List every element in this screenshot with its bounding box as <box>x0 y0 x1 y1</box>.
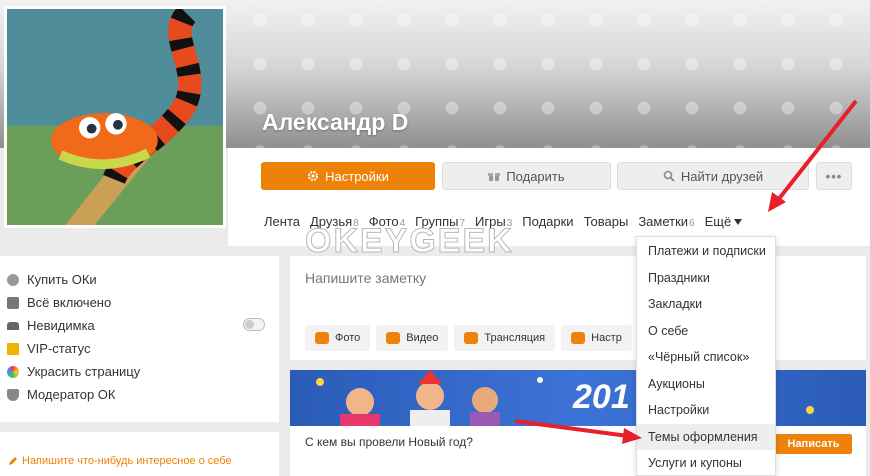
menu-item-label: Невидимка <box>27 318 95 333</box>
gear-icon <box>308 171 319 181</box>
dropdown-item-auctions[interactable]: Аукционы <box>637 371 775 398</box>
palette-icon <box>7 365 19 378</box>
action-label: Настр <box>591 332 622 344</box>
dropdown-item-blacklist[interactable]: «Чёрный список» <box>637 344 775 371</box>
banner-question: С кем вы провели Новый год? <box>305 435 473 449</box>
menu-item-buy-ok[interactable]: Купить ОКи <box>0 268 279 291</box>
shield-icon <box>7 388 19 401</box>
action-label: Трансляция <box>484 332 546 344</box>
dropdown-item-about[interactable]: О себе <box>637 318 775 345</box>
watermark: OKEYGEEK <box>305 222 514 261</box>
gift-icon <box>488 173 501 181</box>
find-friends-button-label: Найти друзей <box>680 168 764 184</box>
video-icon <box>386 332 401 344</box>
dropdown-item-services[interactable]: Услуги и купоны <box>637 450 775 476</box>
nav-label: Подарки <box>522 214 574 229</box>
broadcast-button[interactable]: Трансляция <box>454 325 556 351</box>
dropdown-item-payments[interactable]: Платежи и подписки <box>637 238 775 265</box>
menu-item-label: VIP-статус <box>27 341 91 356</box>
menu-item-vip[interactable]: VIP-статус <box>0 337 279 360</box>
invisible-toggle[interactable] <box>243 318 265 331</box>
camera-icon <box>315 332 329 344</box>
menu-item-decorate[interactable]: Украсить страницу <box>0 360 279 383</box>
dropdown-item-settings[interactable]: Настройки <box>637 397 775 424</box>
nav-label: Заметки <box>638 214 689 229</box>
dropdown-item-bookmarks[interactable]: Закладки <box>637 291 775 318</box>
nav-item-goods[interactable]: Товары <box>584 214 629 229</box>
about-hint-link[interactable]: Напишите что-нибудь интересное о себе <box>8 455 232 467</box>
menu-item-label: Всё включено <box>27 295 112 310</box>
avatar-image <box>7 9 223 225</box>
broadcast-icon <box>464 332 479 344</box>
menu-item-all-inclusive[interactable]: Всё включено <box>0 291 279 314</box>
menu-item-label: Украсить страницу <box>27 364 141 379</box>
hat-icon <box>7 321 19 330</box>
crown-icon <box>7 342 19 355</box>
add-video-button[interactable]: Видео <box>376 325 449 351</box>
left-menu: Купить ОКи Всё включено Невидимка VIP-ст… <box>0 256 279 422</box>
gift-button-label: Подарить <box>506 168 565 184</box>
menu-item-label: Модератор ОК <box>27 387 116 402</box>
nav-label: Лента <box>264 214 300 229</box>
nav-count: 6 <box>689 218 695 229</box>
profile-avatar[interactable] <box>4 6 226 228</box>
about-hint-panel: Напишите что-нибудь интересное о себе <box>0 432 279 476</box>
note-composer: Напишите заметку Фото Видео Трансляция Н… <box>290 256 866 360</box>
menu-item-moderator[interactable]: Модератор ОК <box>0 383 279 406</box>
add-photo-button[interactable]: Фото <box>305 325 371 351</box>
more-dropdown-menu: Платежи и подписки Праздники Закладки О … <box>636 236 776 476</box>
menu-item-invisible[interactable]: Невидимка <box>0 314 279 337</box>
about-hint-text: Напишите что-нибудь интересное о себе <box>22 455 232 467</box>
note-actions: Фото Видео Трансляция Настр <box>305 325 632 351</box>
gift-button[interactable]: Подарить <box>442 162 611 190</box>
nav-label: Ещё <box>704 214 732 229</box>
smile-icon <box>571 332 586 344</box>
menu-item-label: Купить ОКи <box>27 272 97 287</box>
action-label: Фото <box>335 332 361 344</box>
nav-item-notes[interactable]: Заметки6 <box>638 214 694 229</box>
pencil-icon <box>9 457 17 465</box>
dropdown-item-holidays[interactable]: Праздники <box>637 265 775 292</box>
mood-button[interactable]: Настр <box>561 325 632 351</box>
find-friends-button[interactable]: Найти друзей <box>617 162 809 190</box>
nav-label: Товары <box>583 214 629 229</box>
search-icon <box>663 170 675 182</box>
caret-down-icon <box>734 218 743 225</box>
more-options-button[interactable]: ••• <box>816 162 852 190</box>
write-button[interactable]: Написать <box>775 434 852 454</box>
banner-year: 201 <box>573 378 630 416</box>
gift-box-icon <box>7 296 19 309</box>
profile-name: Александр D <box>262 109 409 135</box>
note-input[interactable]: Напишите заметку <box>305 270 426 286</box>
action-label: Видео <box>406 332 439 344</box>
new-year-banner: 201 С кем вы провели Новый год? Написать <box>290 370 866 476</box>
dropdown-item-themes[interactable]: Темы оформления <box>637 423 775 450</box>
settings-button[interactable]: Настройки <box>261 162 435 190</box>
coin-icon <box>7 273 19 286</box>
nav-item-feed[interactable]: Лента <box>264 214 300 229</box>
nav-item-gifts[interactable]: Подарки <box>522 214 573 229</box>
settings-button-label: Настройки <box>325 168 389 184</box>
nav-item-more[interactable]: Ещё <box>705 214 743 229</box>
